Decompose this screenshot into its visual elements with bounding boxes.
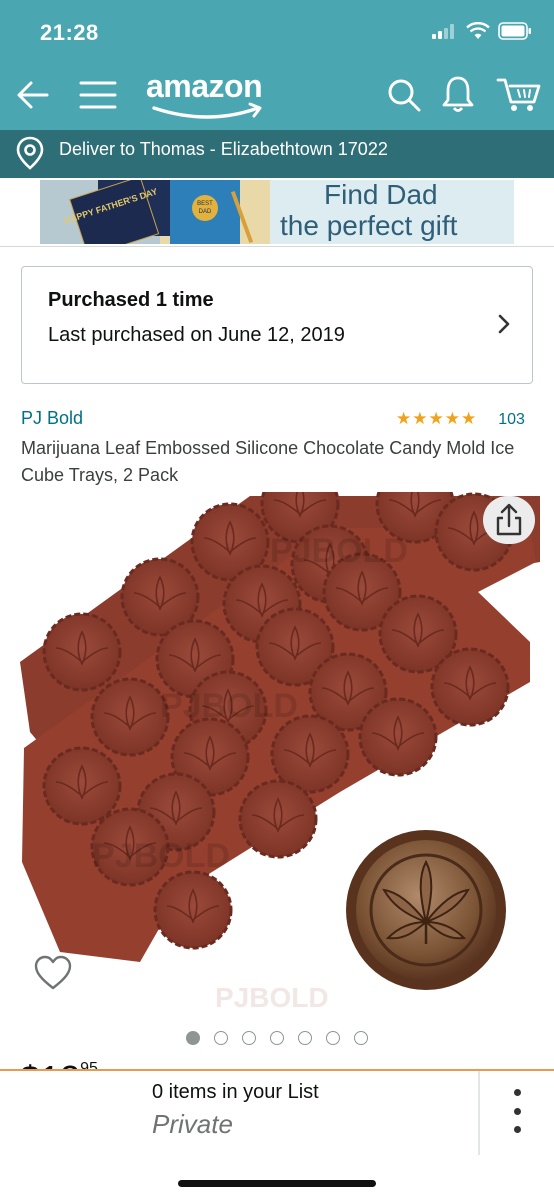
location-pin-icon: [16, 136, 44, 170]
star-icon: ★: [444, 408, 460, 428]
fathers-day-card-image: BEST DAD HAPPY FATHER'S DAY: [40, 180, 270, 244]
mold-cavity: [153, 870, 233, 950]
mold-cavity: [42, 612, 122, 692]
mold-cavity: [42, 746, 122, 826]
list-item-count: 0 items in your List: [152, 1081, 319, 1103]
watermark: PJBOLD: [92, 837, 230, 875]
rating-stars: ★ ★ ★ ★ ★: [396, 408, 477, 428]
divider: [0, 246, 554, 247]
chocolate-coin-image: [346, 830, 506, 990]
watermark: PJBOLD: [270, 532, 408, 570]
wifi-icon: [466, 22, 490, 39]
purchase-history-card[interactable]: Purchased 1 time Last purchased on June …: [21, 266, 533, 384]
mold-cavity: [238, 779, 318, 859]
watermark: PJBOLD: [215, 982, 329, 1012]
bell-icon[interactable]: [440, 74, 476, 114]
watermark: PJBOLD: [30, 507, 168, 545]
purchase-count: Purchased 1 time: [48, 289, 214, 311]
carousel-dot[interactable]: [186, 1031, 200, 1045]
last-purchased-date: Last purchased on June 12, 2019: [48, 324, 345, 346]
share-button[interactable]: [483, 496, 535, 544]
back-arrow-icon[interactable]: [14, 76, 52, 114]
svg-text:BEST: BEST: [197, 201, 213, 207]
search-icon[interactable]: [386, 76, 422, 114]
deliver-to-bar[interactable]: Deliver to Thomas - Elizabethtown 17022: [0, 130, 554, 178]
menu-icon[interactable]: [78, 76, 118, 114]
banner-subheadline: the perfect gift: [280, 210, 458, 241]
battery-icon: [498, 22, 531, 40]
smile-arrow-icon: [152, 102, 262, 119]
star-icon: ★: [461, 408, 477, 428]
carousel-dot[interactable]: [298, 1031, 312, 1045]
star-icon: ★: [412, 408, 428, 428]
share-icon: [496, 503, 522, 536]
rating-count: 103: [498, 411, 525, 428]
heart-icon[interactable]: [34, 955, 72, 991]
mold-cavity: [430, 647, 510, 727]
product-title: Marijuana Leaf Embossed Silicone Chocola…: [21, 438, 515, 485]
nav-header: amazon: [0, 62, 554, 130]
chevron-right-icon: [498, 314, 510, 334]
carousel-dot[interactable]: [270, 1031, 284, 1045]
silicone-mold-image: PJBOLD PJBOLD PJBOLD PJBOLD PJBOLD: [20, 492, 540, 1012]
more-options-icon[interactable]: [504, 1089, 530, 1133]
home-indicator: [178, 1180, 376, 1187]
star-icon: ★: [428, 408, 444, 428]
star-icon: ★: [396, 408, 412, 428]
carousel-dot[interactable]: [326, 1031, 340, 1045]
carousel-dot[interactable]: [242, 1031, 256, 1045]
brand-store-link[interactable]: PJ Bold: [21, 408, 83, 429]
watermark: PJBOLD: [160, 687, 298, 725]
cart-icon[interactable]: [496, 74, 542, 114]
amazon-logo[interactable]: amazon: [146, 68, 276, 120]
mold-cavity: [358, 697, 438, 777]
status-icons: [432, 22, 532, 40]
deliver-address: Deliver to Thomas - Elizabethtown 17022: [59, 139, 388, 159]
status-time: 21:28: [40, 20, 99, 45]
divider: [478, 1071, 480, 1155]
banner-headline: Find Dad: [324, 180, 438, 210]
status-bar: 21:28: [0, 0, 554, 62]
image-carousel-dots[interactable]: [186, 1031, 368, 1045]
carousel-dot[interactable]: [354, 1031, 368, 1045]
promo-banner[interactable]: BEST DAD HAPPY FATHER'S DAY Find Dad the…: [40, 180, 514, 244]
carousel-dot[interactable]: [214, 1031, 228, 1045]
product-image[interactable]: PJBOLD PJBOLD PJBOLD PJBOLD PJBOLD: [0, 492, 554, 1012]
list-privacy: Private: [152, 1109, 233, 1139]
list-bar[interactable]: 0 items in your List Private: [0, 1069, 554, 1156]
signal-icon: [432, 24, 454, 39]
svg-text:DAD: DAD: [199, 209, 212, 215]
product-rating[interactable]: ★ ★ ★ ★ ★ 103: [396, 408, 525, 429]
mold-cavity: [90, 677, 170, 757]
